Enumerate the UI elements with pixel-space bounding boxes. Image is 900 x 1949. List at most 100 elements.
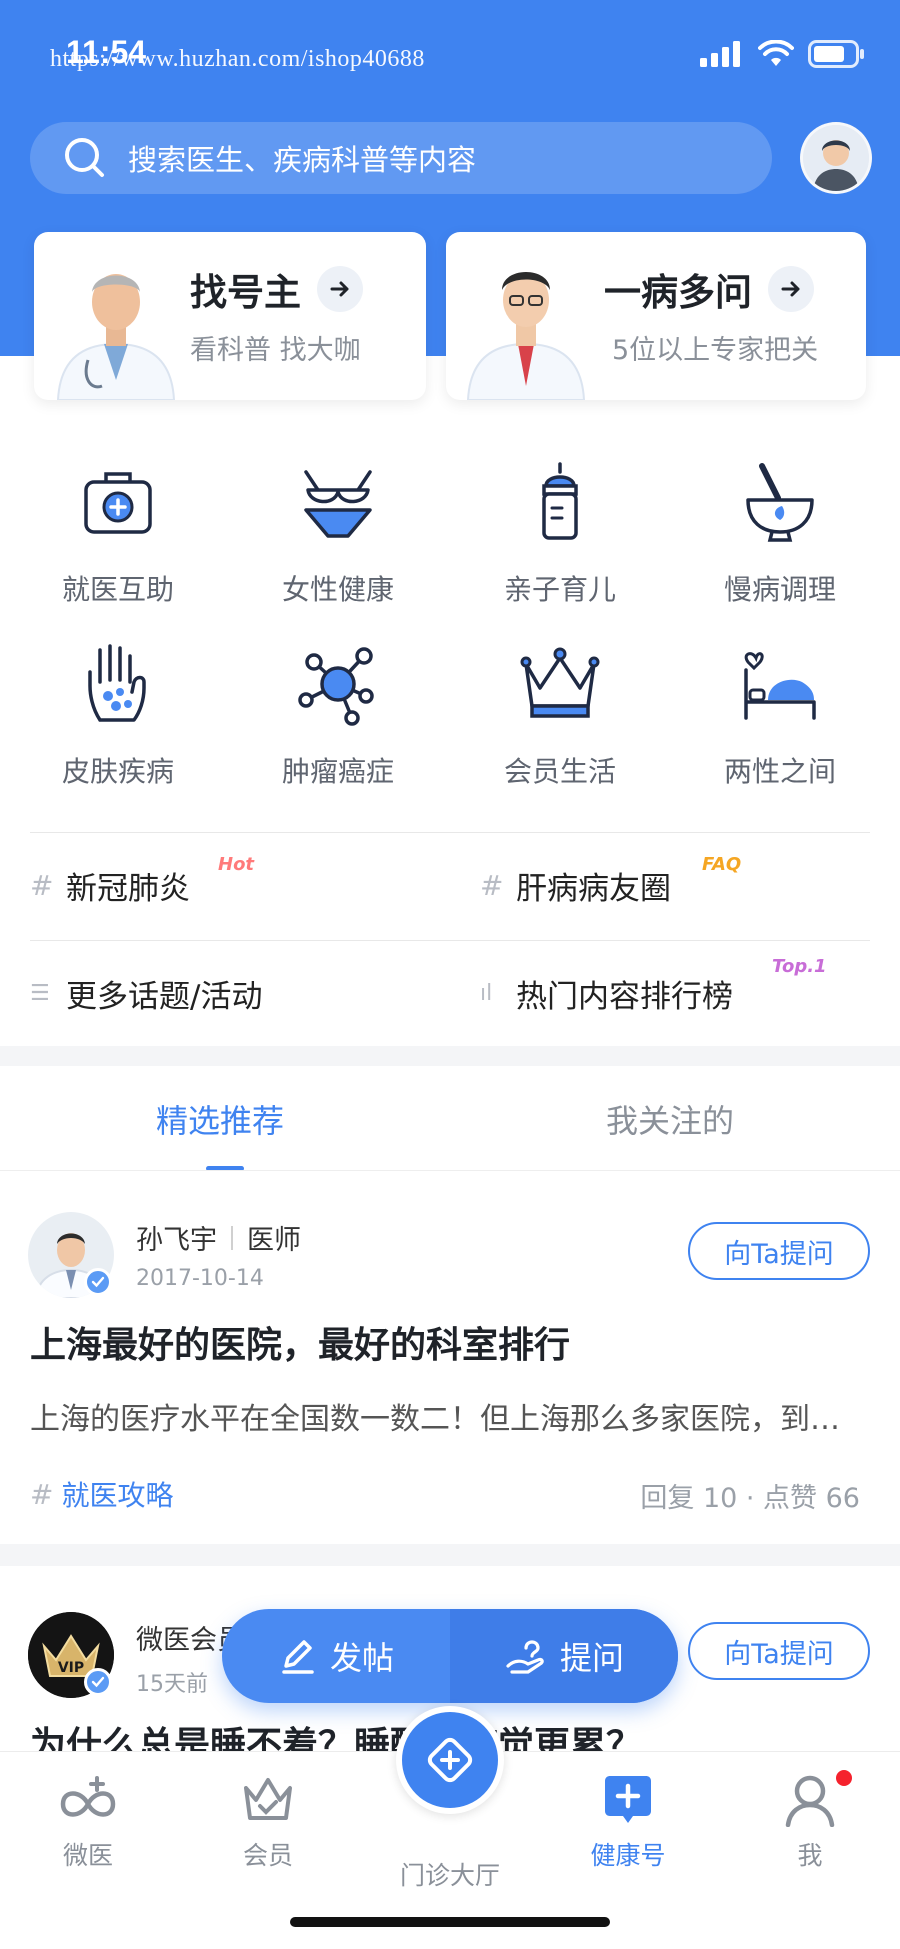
wifi-icon: [758, 40, 794, 66]
category-label: 会员生活: [503, 755, 616, 788]
notification-dot: [836, 1770, 852, 1786]
ask-doctor-button[interactable]: 向Ta提问: [688, 1222, 870, 1280]
clinic-icon: [427, 1737, 473, 1783]
topic-label: 热门内容排行榜: [516, 978, 733, 1015]
post-date: 15天前: [136, 1672, 208, 1697]
status-icons: [700, 40, 866, 68]
crown-icon: [520, 647, 600, 718]
topic-covid[interactable]: # 新冠肺炎 Hot: [30, 854, 254, 910]
new-post-button[interactable]: 发帖: [222, 1609, 450, 1703]
topic-liver[interactable]: # 肝病病友圈 FAQ: [480, 854, 741, 910]
watermark-text: https://www.huzhan.com/ishop40688: [50, 46, 425, 72]
search-bar[interactable]: 搜索医生、疾病科普等内容: [30, 122, 772, 194]
hot-badge: Hot: [218, 854, 255, 875]
post-date: 2017-10-14: [136, 1266, 264, 1291]
category-label: 两性之间: [723, 755, 836, 788]
bar-chart-icon: ıl: [480, 980, 493, 1006]
post-tag-label: 就医攻略: [61, 1479, 174, 1512]
category-chronic-care[interactable]: 慢病调理: [690, 460, 870, 608]
arrow-right-icon: [317, 266, 363, 312]
mortar-icon: [746, 463, 814, 542]
svg-text:VIP: VIP: [58, 1660, 84, 1676]
verified-badge-icon: [84, 1268, 112, 1296]
doctor-illustration-icon: [56, 274, 176, 400]
bed-heart-icon: [744, 652, 816, 720]
signal-icon: [700, 41, 740, 67]
nav-member[interactable]: 会员: [198, 1770, 338, 1872]
medical-kit-icon: [84, 472, 152, 534]
promo-title: 一病多问: [604, 262, 814, 316]
hand-question-icon: [506, 1640, 544, 1674]
nav-label: 微医: [62, 1841, 113, 1870]
promo-card-multi-opinion[interactable]: 一病多问 5位以上专家把关: [446, 232, 866, 400]
category-label: 慢病调理: [723, 573, 836, 606]
category-medical-help[interactable]: 就医互助: [28, 460, 208, 608]
category-relationship[interactable]: 两性之间: [690, 642, 870, 790]
hash-icon: #: [30, 868, 54, 902]
category-women-health[interactable]: 女性健康: [248, 460, 428, 608]
verified-badge-icon: [84, 1668, 112, 1696]
category-label: 女性健康: [281, 573, 394, 606]
new-post-label: 发帖: [329, 1639, 394, 1677]
category-label: 肿瘤癌症: [281, 755, 394, 788]
bra-icon: [304, 470, 372, 538]
tab-featured[interactable]: 精选推荐: [156, 1096, 284, 1142]
battery-icon: [808, 40, 864, 68]
nav-label: 健康号: [590, 1841, 666, 1870]
search-placeholder: 搜索医生、疾病科普等内容: [128, 143, 477, 177]
weiyi-logo-icon: [60, 1776, 116, 1817]
post-tag[interactable]: # 就医攻略: [30, 1474, 173, 1514]
nav-weiyi[interactable]: 微医: [18, 1770, 158, 1872]
promo-title-text: 找号主: [190, 271, 301, 314]
promo-title-text: 一病多问: [604, 271, 752, 314]
health-plus-icon: [605, 1776, 651, 1823]
status-bar: 11:54 https://www.huzhan.com/ishop40688: [0, 0, 900, 110]
promo-title: 找号主: [190, 262, 363, 316]
top-badge: Top.1: [772, 956, 827, 977]
category-member-life[interactable]: 会员生活: [470, 642, 650, 790]
home-indicator: [290, 1917, 610, 1927]
section-gap: [0, 1544, 900, 1566]
user-avatar[interactable]: [800, 122, 872, 194]
category-skin[interactable]: 皮肤疾病: [28, 642, 208, 790]
promo-card-find-host[interactable]: 找号主 看科普 找大咖: [34, 232, 426, 400]
post-excerpt[interactable]: 上海的医疗水平在全国数一数二！但上海那么多家医院，到底哪家好？: [30, 1394, 860, 1438]
baby-bottle-icon: [542, 462, 578, 540]
topic-label: 肝病病友圈: [516, 870, 671, 907]
nav-label: 门诊大厅: [399, 1861, 500, 1890]
post-author: 孙飞宇 医师: [136, 1218, 301, 1257]
user-icon: [785, 1775, 835, 1827]
post-stats: 回复 10 · 点赞 66: [640, 1483, 860, 1514]
nav-label: 会员: [242, 1841, 293, 1870]
hash-icon: #: [30, 1477, 54, 1511]
topic-ranking[interactable]: ıl 热门内容排行榜 Top.1: [480, 956, 827, 1018]
avatar-icon: [803, 125, 869, 191]
author-role: 医师: [247, 1225, 301, 1256]
topic-more[interactable]: ☰ 更多话题/活动: [30, 968, 262, 1018]
category-label: 亲子育儿: [503, 573, 616, 606]
promo-subtitle: 看科普 找大咖: [190, 335, 361, 366]
tab-following[interactable]: 我关注的: [606, 1096, 734, 1142]
category-tumor[interactable]: 肿瘤癌症: [248, 642, 428, 790]
promo-subtitle: 5位以上专家把关: [612, 335, 819, 366]
member-crown-icon: [244, 1778, 292, 1820]
doctor-illustration-icon: [466, 272, 586, 400]
hand-icon: [88, 644, 146, 722]
category-parenting[interactable]: 亲子育儿: [470, 460, 650, 608]
category-label: 皮肤疾病: [61, 755, 174, 788]
category-label: 就医互助: [61, 573, 174, 606]
nav-clinic[interactable]: 门诊大厅: [380, 1850, 520, 1892]
topic-label: 更多话题/活动: [66, 978, 263, 1015]
topic-label: 新冠肺炎: [66, 870, 190, 907]
nav-me[interactable]: 我: [740, 1770, 880, 1872]
ask-question-label: 提问: [559, 1639, 624, 1677]
divider: [30, 832, 870, 833]
nav-label: 我: [797, 1841, 823, 1870]
nav-health[interactable]: 健康号: [558, 1770, 698, 1872]
clinic-center-button[interactable]: [396, 1706, 504, 1814]
molecule-icon: [298, 647, 374, 726]
divider: [0, 1170, 900, 1171]
ask-question-button[interactable]: 提问: [450, 1609, 678, 1703]
post-title[interactable]: 上海最好的医院，最好的科室排行: [30, 1316, 570, 1368]
ask-doctor-button[interactable]: 向Ta提问: [688, 1622, 870, 1680]
